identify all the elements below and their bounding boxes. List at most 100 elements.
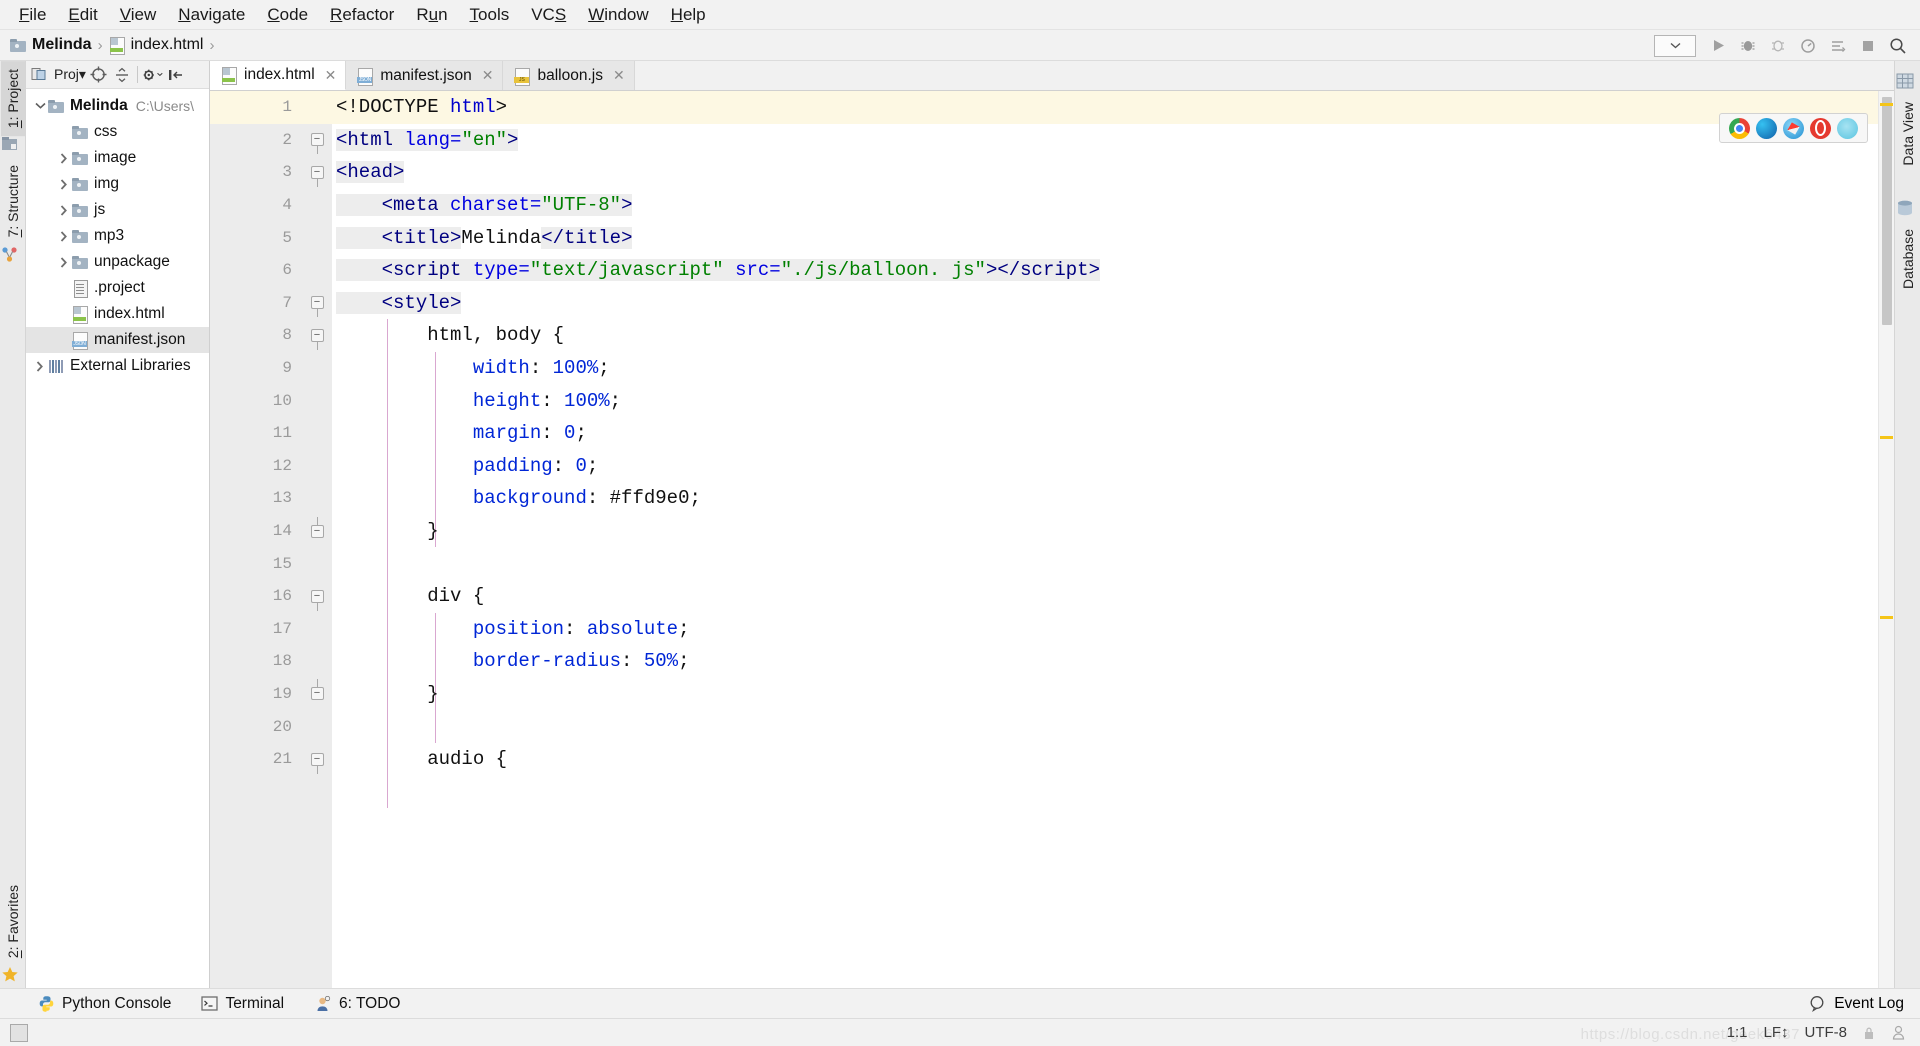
bottom-item-python-console[interactable]: Python Console [38,995,171,1013]
bottom-item-todo[interactable]: 6: TODO [314,995,400,1013]
code-token: > [495,96,508,119]
expand-all-icon[interactable] [89,65,109,85]
profile-button[interactable] [1794,33,1822,59]
editor-scrollbar[interactable] [1878,91,1894,988]
debug-coverage-button[interactable] [1764,33,1792,59]
chevron-right-icon[interactable] [56,152,72,164]
menu-help[interactable]: Help [660,3,717,27]
scrollbar-thumb[interactable] [1882,97,1892,325]
menu-vcs[interactable]: VCS [520,3,577,27]
close-icon[interactable]: ✕ [325,67,337,84]
lock-icon[interactable] [1863,1026,1875,1040]
folder-icon [72,255,88,269]
menu-navigate[interactable]: Navigate [167,3,256,27]
fold-collapse-icon[interactable]: − [310,296,324,318]
browser-edge-icon[interactable] [1756,117,1777,139]
line-separator[interactable]: LF↕ [1763,1024,1788,1041]
fold-collapse-icon[interactable]: − [310,328,324,350]
fold-region[interactable]: − [302,580,332,613]
bottom-item-terminal[interactable]: Terminal [201,995,284,1013]
chevron-right-icon[interactable] [56,178,72,190]
fold-collapse-icon[interactable]: − [310,752,324,774]
fold-end-icon[interactable]: − [310,516,324,538]
tree-row[interactable]: index.html [26,301,209,327]
chevron-right-icon[interactable] [56,256,72,268]
line-number: 8 [282,326,292,345]
tree-row[interactable]: img [26,171,209,197]
fold-region[interactable]: − [302,319,332,352]
fold-end-icon[interactable]: − [310,679,324,701]
scrollbar-marker[interactable] [1880,103,1893,106]
run-configuration-select[interactable] [1654,34,1696,57]
browser-opera-icon[interactable] [1810,117,1831,139]
scrollbar-marker[interactable] [1880,436,1893,439]
close-icon[interactable]: ✕ [613,67,625,84]
right-rail-tab-database[interactable]: Database [1896,221,1920,297]
build-button[interactable] [1824,33,1852,59]
tree-row[interactable]: External Libraries [26,353,209,379]
tree-row[interactable]: image [26,145,209,171]
code-token: absolute [586,617,679,640]
line-number: 13 [210,482,344,515]
menu-run[interactable]: Run [405,3,458,27]
editor-tab-balloon-js[interactable]: balloon.js ✕ [503,61,635,90]
rail-tab-project[interactable]: 1: Project [0,61,25,137]
inspection-icon[interactable] [1891,1025,1906,1040]
chevron-right-icon[interactable] [56,204,72,216]
collapse-all-icon[interactable] [112,65,132,85]
rail-tab-structure[interactable]: 7: Structure [1,157,25,245]
select-opened-file-icon[interactable] [29,65,49,85]
menu-tools[interactable]: Tools [459,3,521,27]
tree-row[interactable]: manifest.json [26,327,209,353]
menu-file[interactable]: File [8,3,57,27]
fold-collapse-icon[interactable]: − [310,589,324,611]
settings-gear-icon[interactable] [143,65,163,85]
breadcrumb-project[interactable]: Melinda [32,36,92,54]
fold-region[interactable]: − [302,515,332,548]
browser-chrome-icon[interactable] [1729,117,1750,139]
scrollbar-marker[interactable] [1880,616,1893,619]
rail-tab-favorites[interactable]: 2: Favorites [1,877,25,966]
search-icon[interactable] [1884,33,1912,59]
menu-edit[interactable]: Edit [57,3,108,27]
tree-row[interactable]: css [26,119,209,145]
fold-region[interactable]: − [302,743,332,776]
chevron-right-icon[interactable] [56,230,72,242]
chevron-down-icon[interactable] [32,102,48,110]
menu-code[interactable]: Code [256,3,319,27]
menu-refactor[interactable]: Refactor [319,3,405,27]
debug-button[interactable] [1734,33,1762,59]
editor-tab-manifest-json[interactable]: manifest.json ✕ [346,61,504,90]
tree-row[interactable]: Melinda C:\Users\ [26,93,209,119]
tree-row[interactable]: js [26,197,209,223]
close-icon[interactable]: ✕ [482,67,494,84]
caret-position[interactable]: 1:1 [1727,1024,1748,1041]
fold-region[interactable]: − [302,678,332,711]
stop-button[interactable] [1854,33,1882,59]
fold-collapse-icon[interactable]: − [310,165,324,187]
tree-row[interactable]: unpackage [26,249,209,275]
menu-view[interactable]: View [109,3,168,27]
browser-firefox-icon[interactable] [1837,117,1858,139]
right-rail-tab-data-view[interactable]: Data View [1896,94,1920,174]
browser-safari-icon[interactable] [1783,117,1804,139]
breadcrumb-file[interactable]: index.html [131,36,204,54]
menu-window[interactable]: Window [577,3,659,27]
event-log-button[interactable]: Event Log [1809,995,1904,1013]
file-encoding[interactable]: UTF-8 [1805,1024,1848,1041]
run-button[interactable] [1704,33,1732,59]
fold-collapse-icon[interactable]: − [310,133,324,155]
chevron-right-icon[interactable] [32,360,48,372]
tree-row[interactable]: mp3 [26,223,209,249]
tree-row-label: External Libraries [70,357,191,374]
fold-region[interactable]: − [302,156,332,189]
fold-region[interactable]: − [302,124,332,157]
code-text[interactable]: <!DOCTYPE html > <html lang= "en" > <head> <m… [332,91,1878,988]
fold-region[interactable]: − [302,287,332,320]
tree-row[interactable]: .project [26,275,209,301]
project-toolbar: Proj▾ [26,61,209,89]
status-toggle-icon[interactable] [10,1023,28,1042]
hide-panel-icon[interactable] [166,65,186,85]
editor-tab-index-html[interactable]: index.html ✕ [210,61,347,90]
code-line: div { [332,580,1878,613]
